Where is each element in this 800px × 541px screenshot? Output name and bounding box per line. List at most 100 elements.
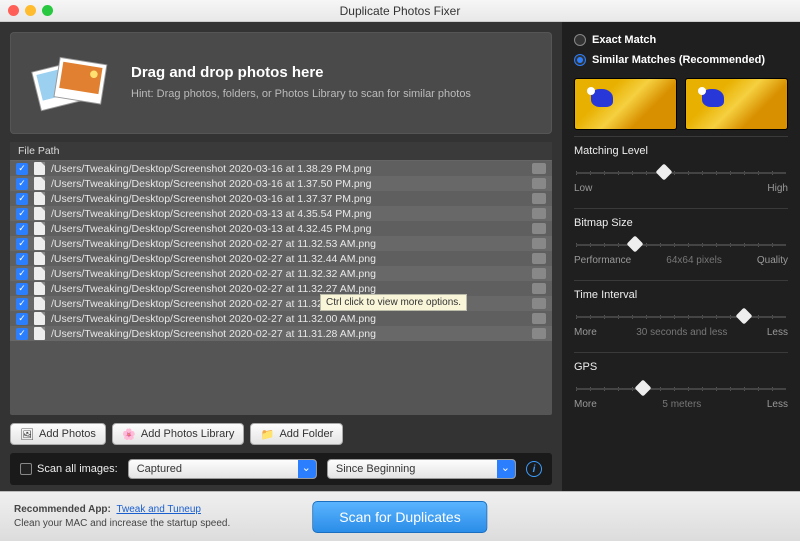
time-interval-slider[interactable] (576, 315, 786, 319)
row-delete-icon[interactable] (532, 328, 546, 339)
matching-level-section: Matching Level LowHigh (574, 136, 788, 204)
slider-right-label: Quality (757, 255, 788, 266)
file-icon (34, 252, 45, 265)
library-icon: 🌸 (122, 427, 136, 441)
slider-knob[interactable] (635, 380, 652, 397)
file-row[interactable]: ✓ /Users/Tweaking/Desktop/Screenshot 2020… (10, 176, 552, 191)
row-checkbox[interactable]: ✓ (16, 163, 28, 175)
row-delete-icon[interactable] (532, 253, 546, 264)
file-row[interactable]: ✓ /Users/Tweaking/Desktop/Screenshot 2020… (10, 251, 552, 266)
drop-zone[interactable]: Drag and drop photos here Hint: Drag pho… (10, 32, 552, 134)
since-select-value: Since Beginning (336, 463, 416, 475)
exact-match-radio[interactable]: Exact Match (574, 32, 788, 48)
file-row[interactable]: ✓/Users/Tweaking/Desktop/Screenshot 2020… (10, 296, 552, 311)
slider-right-label: Less (767, 327, 788, 338)
scan-options-bar: Scan all images: Captured Since Beginnin… (10, 453, 552, 485)
row-delete-icon[interactable] (532, 268, 546, 279)
checkbox-icon (20, 463, 32, 475)
file-icon (34, 267, 45, 280)
file-icon (34, 222, 45, 235)
captured-select[interactable]: Captured (128, 459, 317, 479)
row-checkbox[interactable]: ✓ (16, 193, 28, 205)
file-path: /Users/Tweaking/Desktop/Screenshot 2020-… (51, 238, 376, 250)
similar-match-radio[interactable]: Similar Matches (Recommended) (574, 52, 788, 68)
recommended-tagline: Clean your MAC and increase the startup … (14, 518, 230, 529)
similar-match-label: Similar Matches (Recommended) (592, 54, 765, 66)
bitmap-size-section: Bitmap Size Performance64x64 pixelsQuali… (574, 208, 788, 276)
row-delete-icon[interactable] (532, 223, 546, 234)
file-path: /Users/Tweaking/Desktop/Screenshot 2020-… (51, 253, 376, 265)
gps-section: GPS More5 metersLess (574, 352, 788, 420)
dropzone-heading: Drag and drop photos here (131, 64, 471, 81)
file-list: File Path ✓ /Users/Tweaking/Desktop/Scree… (10, 142, 552, 415)
radio-on-icon (574, 54, 586, 66)
file-list-header[interactable]: File Path (10, 142, 552, 161)
file-path: /Users/Tweaking/Desktop/Screenshot 2020-… (51, 193, 371, 205)
matching-level-title: Matching Level (574, 145, 788, 157)
row-delete-icon[interactable] (532, 178, 546, 189)
slider-knob[interactable] (626, 236, 643, 253)
bitmap-size-slider[interactable] (576, 243, 786, 247)
row-delete-icon[interactable] (532, 313, 546, 324)
info-icon[interactable]: i (526, 461, 542, 477)
radio-off-icon (574, 34, 586, 46)
add-photos-button[interactable]: 🖼 Add Photos (10, 423, 106, 445)
file-row[interactable]: ✓ /Users/Tweaking/Desktop/Screenshot 2020… (10, 191, 552, 206)
row-checkbox[interactable]: ✓ (16, 208, 28, 220)
add-photos-label: Add Photos (39, 428, 96, 440)
captured-select-value: Captured (137, 463, 182, 475)
action-buttons: 🖼 Add Photos 🌸Add Photos Library 📁Add Fol… (10, 423, 552, 445)
file-icon (34, 162, 45, 175)
file-row[interactable]: ✓/Users/Tweaking/Desktop/Screenshot 2020… (10, 206, 552, 221)
file-row[interactable]: ✓ /Users/Tweaking/Desktop/Screenshot 2020… (10, 266, 552, 281)
row-checkbox[interactable]: ✓ (16, 238, 28, 250)
add-photos-library-button[interactable]: 🌸Add Photos Library (112, 423, 245, 445)
file-row[interactable]: ✓ /Users/Tweaking/Desktop/Screenshot 2020… (10, 236, 552, 251)
row-checkbox[interactable]: ✓ (16, 283, 28, 295)
file-path: /Users/Tweaking/Desktop/Screenshot 2020-… (51, 268, 376, 280)
slider-knob[interactable] (736, 308, 753, 325)
row-checkbox[interactable]: ✓ (16, 328, 28, 340)
add-folder-label: Add Folder (279, 428, 333, 440)
row-delete-icon[interactable] (532, 208, 546, 219)
file-row[interactable]: ✓ /Users/Tweaking/Desktop/Screenshot 2020… (10, 281, 552, 296)
since-select[interactable]: Since Beginning (327, 459, 516, 479)
recommended-link[interactable]: Tweak and Tuneup (116, 504, 201, 515)
row-checkbox[interactable]: ✓ (16, 253, 28, 265)
file-path: /Users/Tweaking/Desktop/Screenshot 2020-… (51, 223, 371, 235)
row-checkbox[interactable]: ✓ (16, 313, 28, 325)
row-delete-icon[interactable] (532, 238, 546, 249)
file-row[interactable]: ✓ /Users/Tweaking/Desktop/Screenshot 2020… (10, 161, 552, 176)
matching-level-slider[interactable] (576, 171, 786, 175)
window-title: Duplicate Photos Fixer (0, 4, 800, 18)
slider-left-label: More (574, 327, 597, 338)
row-delete-icon[interactable] (532, 193, 546, 204)
recommended-label: Recommended App: (14, 504, 111, 515)
row-checkbox[interactable]: ✓ (16, 223, 28, 235)
row-delete-icon[interactable] (532, 298, 546, 309)
gps-title: GPS (574, 361, 788, 373)
file-icon (34, 282, 45, 295)
row-checkbox[interactable]: ✓ (16, 178, 28, 190)
file-path: /Users/Tweaking/Desktop/Screenshot 2020-… (51, 163, 371, 175)
scan-all-label: Scan all images: (37, 463, 118, 475)
file-path: /Users/Tweaking/Desktop/Screenshot 2020-… (51, 313, 376, 325)
slider-knob[interactable] (656, 164, 673, 181)
add-folder-button[interactable]: 📁Add Folder (250, 423, 343, 445)
gps-slider[interactable] (576, 387, 786, 391)
dropzone-hint: Hint: Drag photos, folders, or Photos Li… (131, 87, 471, 102)
row-checkbox[interactable]: ✓ (16, 268, 28, 280)
row-checkbox[interactable]: ✓ (16, 298, 28, 310)
file-path: /Users/Tweaking/Desktop/Screenshot 2020-… (51, 283, 376, 295)
file-icon (34, 237, 45, 250)
file-row[interactable]: ✓/Users/Tweaking/Desktop/Screenshot 2020… (10, 326, 552, 341)
row-delete-icon[interactable] (532, 163, 546, 174)
photo-icon: 🖼 (20, 427, 34, 441)
row-delete-icon[interactable] (532, 283, 546, 294)
file-row[interactable]: ✓ /Users/Tweaking/Desktop/Screenshot 2020… (10, 221, 552, 236)
scan-all-images-checkbox[interactable]: Scan all images: (20, 463, 118, 475)
file-icon (34, 192, 45, 205)
file-path: /Users/Tweaking/Desktop/Screenshot 2020-… (51, 178, 371, 190)
file-row[interactable]: ✓ /Users/Tweaking/Desktop/Screenshot 2020… (10, 311, 552, 326)
scan-for-duplicates-button[interactable]: Scan for Duplicates (312, 501, 487, 533)
